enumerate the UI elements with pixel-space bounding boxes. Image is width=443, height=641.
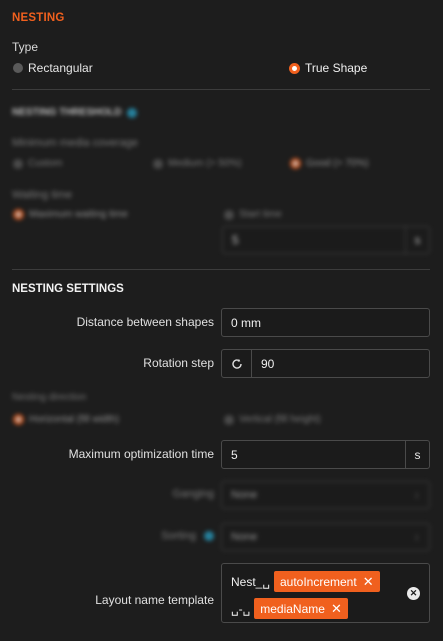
type-option-true-shape[interactable]: True Shape — [289, 61, 367, 75]
distance-label: Distance between shapes — [76, 315, 214, 329]
direction-label: Nesting direction — [12, 392, 87, 403]
rotation-input[interactable]: 90 — [221, 349, 430, 378]
waiting-option-max[interactable]: Maximum waiting time — [13, 209, 128, 220]
coverage-option-label: Custom — [28, 158, 63, 169]
chevron-updown-icon: ↕ — [414, 532, 420, 542]
radio-selected[interactable] — [13, 209, 24, 220]
template-token-chip[interactable]: autoIncrement ✕ — [273, 571, 380, 592]
divider — [12, 269, 430, 270]
sorting-select[interactable]: None ↕ — [221, 523, 430, 551]
refresh-icon[interactable] — [222, 350, 252, 377]
info-icon[interactable] — [204, 531, 214, 541]
layout-name-label: Layout name template — [95, 593, 214, 607]
direction-option-vertical[interactable]: Vertical (fill height) — [224, 414, 321, 425]
nesting-direction-section: Nesting direction Horizontal (fill width… — [0, 387, 443, 432]
layout-name-template-input[interactable]: Nest_␣ autoIncrement ✕ ␣-␣ mediaName ✕ ✕ — [221, 563, 430, 623]
sorting-value: None — [231, 531, 258, 543]
radio-unselected[interactable] — [13, 63, 23, 73]
nesting-title: NESTING — [12, 12, 65, 24]
direction-option-horizontal[interactable]: Horizontal (fill width) — [13, 414, 119, 425]
radio-unselected[interactable] — [224, 209, 234, 220]
direction-option-label: Vertical (fill height) — [239, 414, 321, 425]
info-icon[interactable] — [127, 107, 138, 118]
type-option-label: Rectangular — [28, 61, 93, 75]
close-icon[interactable]: ✕ — [331, 602, 342, 615]
type-label: Type — [12, 40, 39, 54]
divider — [12, 89, 430, 90]
settings-title: NESTING SETTINGS — [12, 283, 124, 295]
template-text: ␣-␣ — [231, 601, 251, 616]
template-token-chip[interactable]: mediaName ✕ — [254, 598, 348, 619]
close-icon[interactable]: ✕ — [363, 575, 374, 588]
waiting-option-label: Maximum waiting time — [29, 209, 128, 220]
waiting-option-start[interactable]: Start time — [224, 209, 282, 220]
max-opt-unit: s — [405, 441, 429, 468]
direction-option-label: Horizontal (fill width) — [29, 414, 120, 425]
radio-selected[interactable] — [290, 158, 301, 169]
token-label: autoIncrement — [279, 574, 357, 589]
radio-selected[interactable] — [13, 414, 24, 425]
coverage-option-medium[interactable]: Medium (> 50%) — [153, 158, 242, 169]
nesting-threshold-section: NESTING THRESHOLD Minimum media coverage… — [0, 95, 443, 265]
coverage-option-good[interactable]: Good (> 70%) — [290, 158, 369, 169]
distance-input[interactable]: 0 mm — [221, 308, 430, 337]
template-text: Nest_␣ — [231, 574, 270, 589]
waiting-label: Waiting time — [12, 189, 73, 201]
waiting-time-unit: s — [405, 227, 429, 253]
coverage-label: Minimum media coverage — [12, 137, 138, 149]
chevron-updown-icon: ↕ — [414, 490, 420, 500]
sorting-label: Sorting — [161, 530, 196, 542]
waiting-option-label: Start time — [239, 209, 282, 220]
clear-icon[interactable]: ✕ — [407, 587, 420, 600]
max-opt-label: Maximum optimization time — [68, 447, 214, 461]
waiting-time-input[interactable]: 5 s — [222, 226, 430, 254]
max-opt-input[interactable]: 5 s — [221, 440, 430, 469]
radio-selected[interactable] — [289, 62, 300, 74]
token-label: mediaName — [260, 601, 325, 616]
ganging-select[interactable]: None ↕ — [221, 481, 430, 509]
coverage-option-label: Good (> 70%) — [306, 158, 369, 169]
max-opt-value: 5 — [231, 447, 238, 462]
ganging-label: Ganging — [172, 488, 214, 500]
distance-value: 0 mm — [231, 315, 261, 330]
coverage-option-custom[interactable]: Custom — [13, 158, 62, 169]
ganging-value: None — [231, 489, 258, 501]
radio-unselected[interactable] — [153, 158, 163, 169]
type-option-label: True Shape — [305, 61, 368, 75]
rotation-value: 90 — [261, 356, 275, 371]
radio-unselected[interactable] — [13, 158, 23, 169]
radio-unselected[interactable] — [224, 414, 234, 425]
coverage-option-label: Medium (> 50%) — [168, 158, 242, 169]
waiting-time-value: 5 — [232, 233, 239, 247]
type-option-rectangular[interactable]: Rectangular — [13, 61, 93, 75]
ganging-sorting-section: Ganging None ↕ Sorting None ↕ — [0, 478, 443, 556]
rotation-label: Rotation step — [143, 356, 214, 370]
threshold-title: NESTING THRESHOLD — [12, 107, 122, 118]
